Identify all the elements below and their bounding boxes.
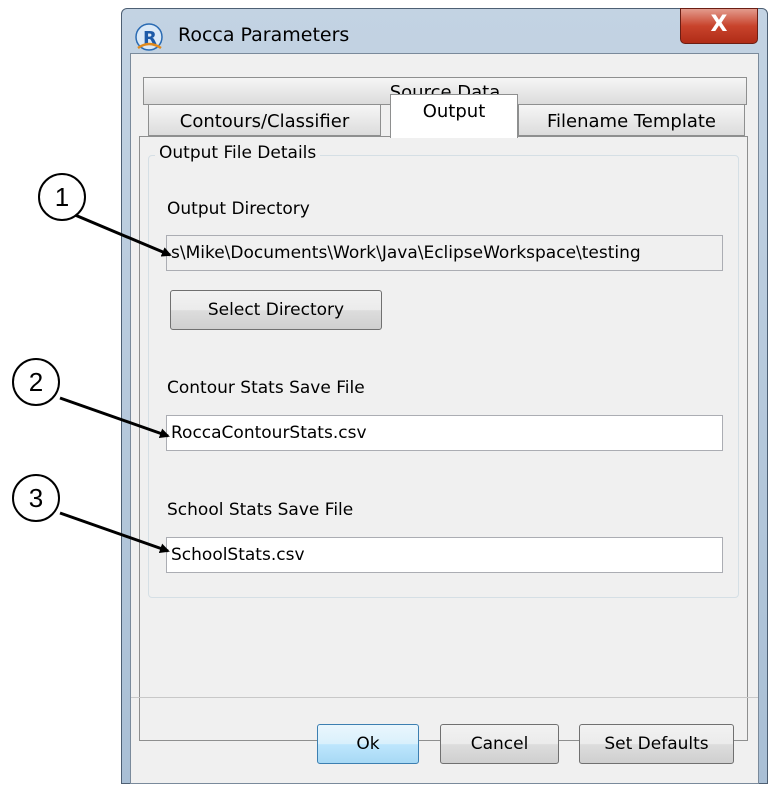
callout-1-arrow xyxy=(74,213,172,257)
callout-2: 2 xyxy=(12,358,60,406)
tab-output[interactable]: Output xyxy=(390,94,518,138)
callout-2-arrow xyxy=(59,396,170,439)
callout-3-arrow xyxy=(59,511,170,554)
callout-3: 3 xyxy=(12,474,60,522)
callout-arrows xyxy=(59,213,172,554)
callout-1: 1 xyxy=(38,173,86,221)
